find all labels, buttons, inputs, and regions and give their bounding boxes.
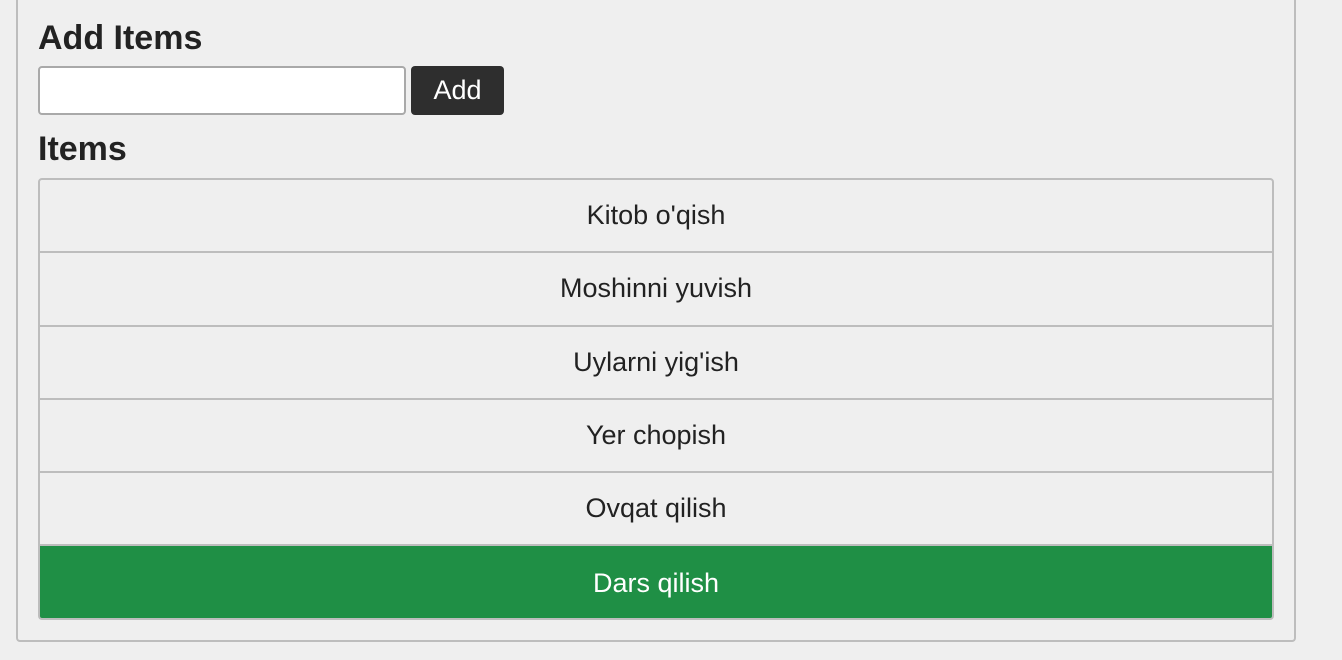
list-item[interactable]: Yer chopish — [40, 400, 1272, 474]
add-items-heading: Add Items — [38, 19, 203, 57]
items-heading: Items — [38, 130, 127, 168]
list-item[interactable]: Uylarni yig'ish — [40, 327, 1272, 400]
item-input[interactable] — [38, 66, 406, 115]
list-item[interactable]: Ovqat qilish — [40, 473, 1272, 547]
list-item[interactable]: Kitob o'qish — [40, 180, 1272, 254]
list-item[interactable]: Moshinni yuvish — [40, 253, 1272, 327]
items-list: Kitob o'qish Moshinni yuvish Uylarni yig… — [38, 178, 1274, 620]
add-button[interactable]: Add — [411, 66, 504, 115]
list-item-active[interactable]: Dars qilish — [40, 546, 1272, 618]
